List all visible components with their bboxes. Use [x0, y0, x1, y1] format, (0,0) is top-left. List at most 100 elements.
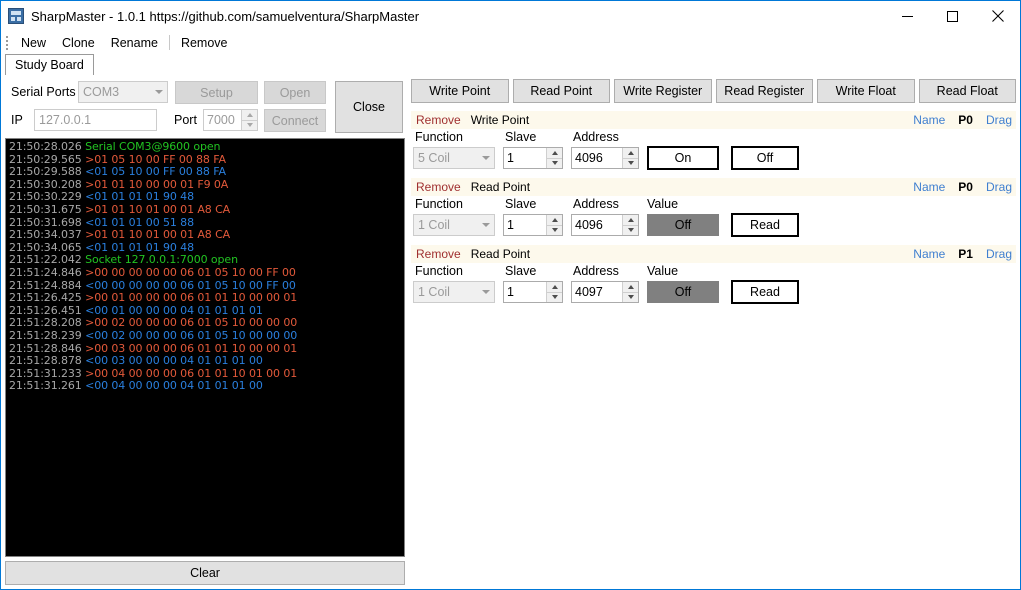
address-stepper[interactable]	[571, 214, 639, 236]
point-remove-link[interactable]: Remove	[416, 247, 461, 261]
log-timestamp: 21:51:31.261	[9, 379, 86, 393]
read-action-button[interactable]: Read	[731, 280, 799, 304]
point-card: Remove Read Point Name P0 Drag Function Slave A…	[411, 178, 1016, 237]
menu-item-clone[interactable]: Clone	[54, 34, 103, 52]
read-register-button[interactable]: Read Register	[715, 79, 813, 103]
app-window: SharpMaster - 1.0.1 https://github.com/s…	[0, 0, 1021, 590]
address-input[interactable]	[572, 282, 622, 302]
log-timestamp: 21:51:28.239	[9, 328, 86, 342]
tab-study-board[interactable]: Study Board	[5, 54, 94, 76]
function-select[interactable]: 1 Coil	[413, 281, 495, 303]
off-action-button[interactable]: Off	[731, 146, 799, 170]
point-name-link[interactable]: Name	[913, 180, 945, 194]
log-message: Serial COM3@9600 open	[85, 140, 221, 153]
spinner-up-icon	[623, 215, 638, 226]
point-name-link[interactable]: Name	[913, 247, 945, 261]
serial-ports-label: Serial Ports	[11, 85, 76, 99]
address-input[interactable]	[572, 148, 622, 168]
slave-input[interactable]	[504, 282, 546, 302]
slave-input[interactable]	[504, 148, 546, 168]
point-remove-link[interactable]: Remove	[416, 180, 461, 194]
maximize-button[interactable]	[930, 1, 975, 31]
point-controls: 1 Coil Off Read	[411, 213, 1016, 237]
menu-item-remove[interactable]: Remove	[173, 34, 236, 52]
read-float-button[interactable]: Read Float	[918, 79, 1016, 103]
connect-button[interactable]: Connect	[264, 109, 326, 132]
address-spinner-arrows[interactable]	[622, 282, 638, 302]
log-timestamp: 21:51:28.846	[9, 341, 86, 355]
chevron-down-icon	[155, 90, 163, 94]
log-timestamp: 21:51:22.042	[9, 253, 86, 267]
write-point-button[interactable]: Write Point	[411, 79, 509, 103]
chevron-down-icon	[482, 223, 490, 227]
slave-label: Slave	[505, 197, 537, 211]
value-label: Value	[647, 264, 679, 278]
tab-strip: Study Board	[1, 54, 1020, 76]
point-id-label: P1	[958, 247, 973, 261]
close-button[interactable]	[975, 1, 1020, 31]
log-console[interactable]: 21:50:28.026 Serial COM3@9600 open 21:50:…	[5, 138, 405, 557]
log-line: 21:51:31.261 <00 04 00 00 00 04 01 01 01…	[9, 379, 404, 393]
open-button[interactable]: Open	[264, 81, 326, 104]
log-message: <00 04 00 00 00 04 01 01 01 00	[85, 379, 263, 393]
point-remove-link[interactable]: Remove	[416, 113, 461, 127]
slave-spinner-arrows[interactable]	[546, 148, 562, 168]
log-timestamp: 21:51:24.884	[9, 278, 86, 292]
point-controls: 1 Coil Off Read	[411, 280, 1016, 304]
slave-input[interactable]	[504, 215, 546, 235]
spinner-up-icon	[547, 282, 562, 293]
port-input[interactable]	[204, 110, 241, 130]
ip-input[interactable]	[34, 109, 157, 131]
point-drag-handle[interactable]: Drag	[986, 113, 1012, 127]
spinner-up-icon	[547, 215, 562, 226]
point-drag-handle[interactable]: Drag	[986, 180, 1012, 194]
menu-item-rename[interactable]: Rename	[103, 34, 166, 52]
menu-bar: New Clone Rename Remove	[1, 31, 1020, 54]
address-spinner-arrows[interactable]	[622, 148, 638, 168]
slave-stepper[interactable]	[503, 214, 563, 236]
spinner-down-icon	[547, 225, 562, 235]
log-message: <01 01 01 01 90 48	[85, 240, 194, 254]
slave-stepper[interactable]	[503, 147, 563, 169]
log-message: <01 01 01 01 90 48	[85, 190, 194, 204]
spinner-down-icon	[242, 120, 257, 130]
address-stepper[interactable]	[571, 281, 639, 303]
slave-spinner-arrows[interactable]	[546, 282, 562, 302]
point-drag-handle[interactable]: Drag	[986, 247, 1012, 261]
serial-ports-select[interactable]: COM3	[78, 81, 168, 103]
point-value-indicator: Off	[647, 214, 719, 236]
address-input[interactable]	[572, 215, 622, 235]
close-connection-button[interactable]: Close	[335, 81, 403, 133]
spinner-down-icon	[623, 225, 638, 235]
write-register-button[interactable]: Write Register	[614, 79, 712, 103]
spinner-up-icon	[547, 148, 562, 159]
slave-spinner-arrows[interactable]	[546, 215, 562, 235]
point-card-header: Remove Read Point Name P1 Drag	[411, 245, 1016, 263]
point-name-link[interactable]: Name	[913, 113, 945, 127]
port-stepper[interactable]	[203, 109, 258, 131]
clear-log-button[interactable]: Clear	[5, 561, 405, 585]
address-spinner-arrows[interactable]	[622, 215, 638, 235]
function-select[interactable]: 1 Coil	[413, 214, 495, 236]
point-kind-label: Read Point	[470, 247, 531, 261]
log-message: >00 01 00 00 00 06 01 01 10 00 00 01	[85, 291, 298, 305]
port-spinner-arrows[interactable]	[241, 110, 257, 130]
write-float-button[interactable]: Write Float	[817, 79, 915, 103]
app-icon	[8, 8, 24, 24]
on-action-button[interactable]: On	[647, 146, 719, 170]
point-card-header: Remove Read Point Name P0 Drag	[411, 178, 1016, 196]
address-stepper[interactable]	[571, 147, 639, 169]
log-message: Socket 127.0.0.1:7000 open	[85, 253, 238, 267]
log-message: >01 01 10 01 00 01 A8 CA	[85, 202, 231, 216]
menu-separator	[168, 35, 170, 50]
slave-stepper[interactable]	[503, 281, 563, 303]
minimize-button[interactable]	[885, 1, 930, 31]
setup-button[interactable]: Setup	[175, 81, 258, 104]
read-action-button[interactable]: Read	[731, 213, 799, 237]
menu-item-new[interactable]: New	[13, 34, 54, 52]
read-point-button[interactable]: Read Point	[512, 79, 610, 103]
log-message: <01 01 01 00 51 88	[85, 215, 194, 229]
log-timestamp: 21:50:29.588	[9, 165, 86, 179]
function-select[interactable]: 5 Coil	[413, 147, 495, 169]
log-timestamp: 21:51:26.425	[9, 291, 86, 305]
